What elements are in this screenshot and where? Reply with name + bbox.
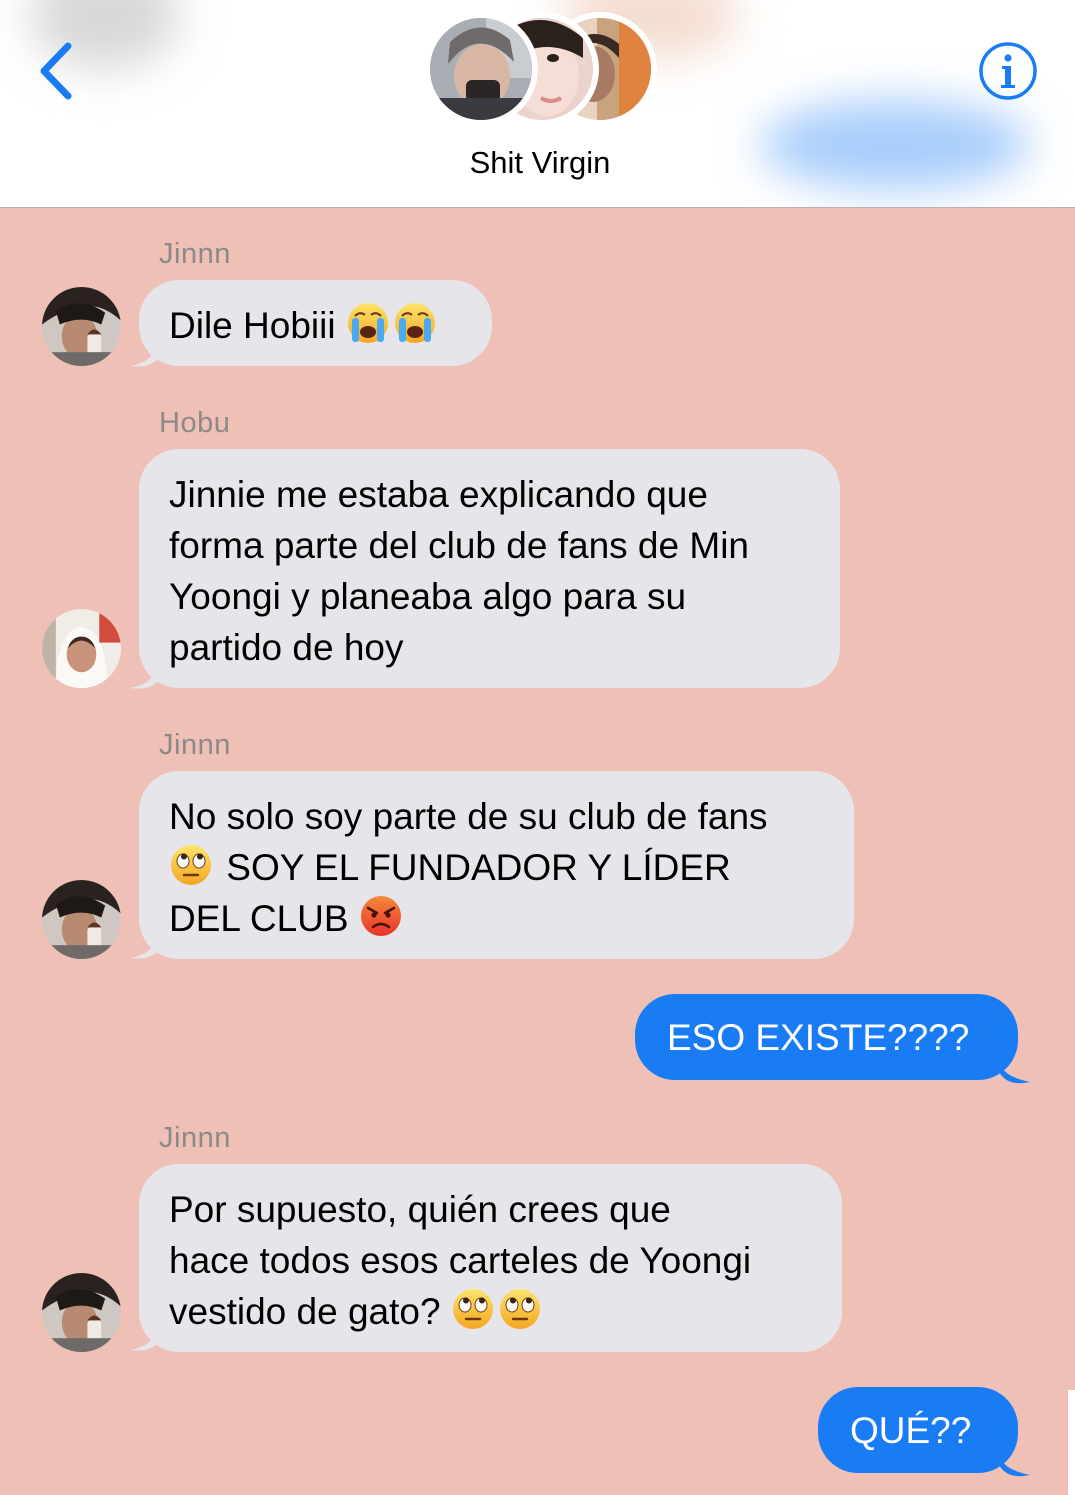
face-with-rolling-eyes-icon [451,1287,495,1331]
participant-avatar-1 [424,12,538,126]
message-bubble-incoming[interactable]: No solo soy parte de su club de fans SOY… [139,771,854,959]
message-line: hace todos esos carteles de Yoongi [169,1240,752,1281]
message-bubble-outgoing[interactable]: ESO EXISTE???? [635,994,1018,1080]
sender-name: Hobu [159,407,231,439]
conversation-header: Shit Virgin [0,0,1075,208]
message-line: Dile Hobiii [169,300,462,351]
loudly-crying-face-icon [393,301,437,345]
message-line: forma parte del club de fans de Min [169,525,749,566]
message-line: partido de hoy [169,627,404,668]
message-line: ESO EXISTE???? [667,1016,970,1058]
avatar-jinnn[interactable] [42,1273,121,1352]
sender-name: Jinnn [159,1122,231,1154]
message-bubble-incoming[interactable]: Dile Hobiii [139,280,492,366]
loudly-crying-face-icon [346,301,390,345]
message-line: Yoongi y planeaba algo para su [169,576,687,617]
avatar-jinnn[interactable] [42,287,121,366]
sender-name: Jinnn [159,729,231,761]
message-bubble-incoming[interactable]: Por supuesto, quién crees que hace todos… [139,1164,842,1352]
message-line: SOY EL FUNDADOR Y LÍDER [169,842,824,893]
message-line: vestido de gato? [169,1286,812,1337]
face-with-rolling-eyes-icon [498,1287,542,1331]
sender-name: Jinnn [159,238,231,270]
avatar-hobu[interactable] [42,609,121,688]
message-line: Por supuesto, quién crees que [169,1189,671,1230]
message-line: QUÉ?? [850,1409,972,1451]
info-circle-icon [979,42,1037,100]
angry-face-icon [359,894,403,938]
info-button[interactable] [978,41,1038,101]
group-name[interactable]: Shit Virgin [0,145,1075,181]
scroll-edge [1068,1390,1075,1495]
message-line: DEL CLUB [169,893,824,944]
message-bubble-outgoing[interactable]: QUÉ?? [818,1387,1018,1473]
message-line: Jinnie me estaba explicando que [169,474,708,515]
message-line: No solo soy parte de su club de fans [169,796,768,837]
message-bubble-incoming[interactable]: Jinnie me estaba explicando que forma pa… [139,449,840,688]
avatar-jinnn[interactable] [42,880,121,959]
face-with-rolling-eyes-icon [169,843,213,887]
group-avatars[interactable] [0,0,1075,130]
